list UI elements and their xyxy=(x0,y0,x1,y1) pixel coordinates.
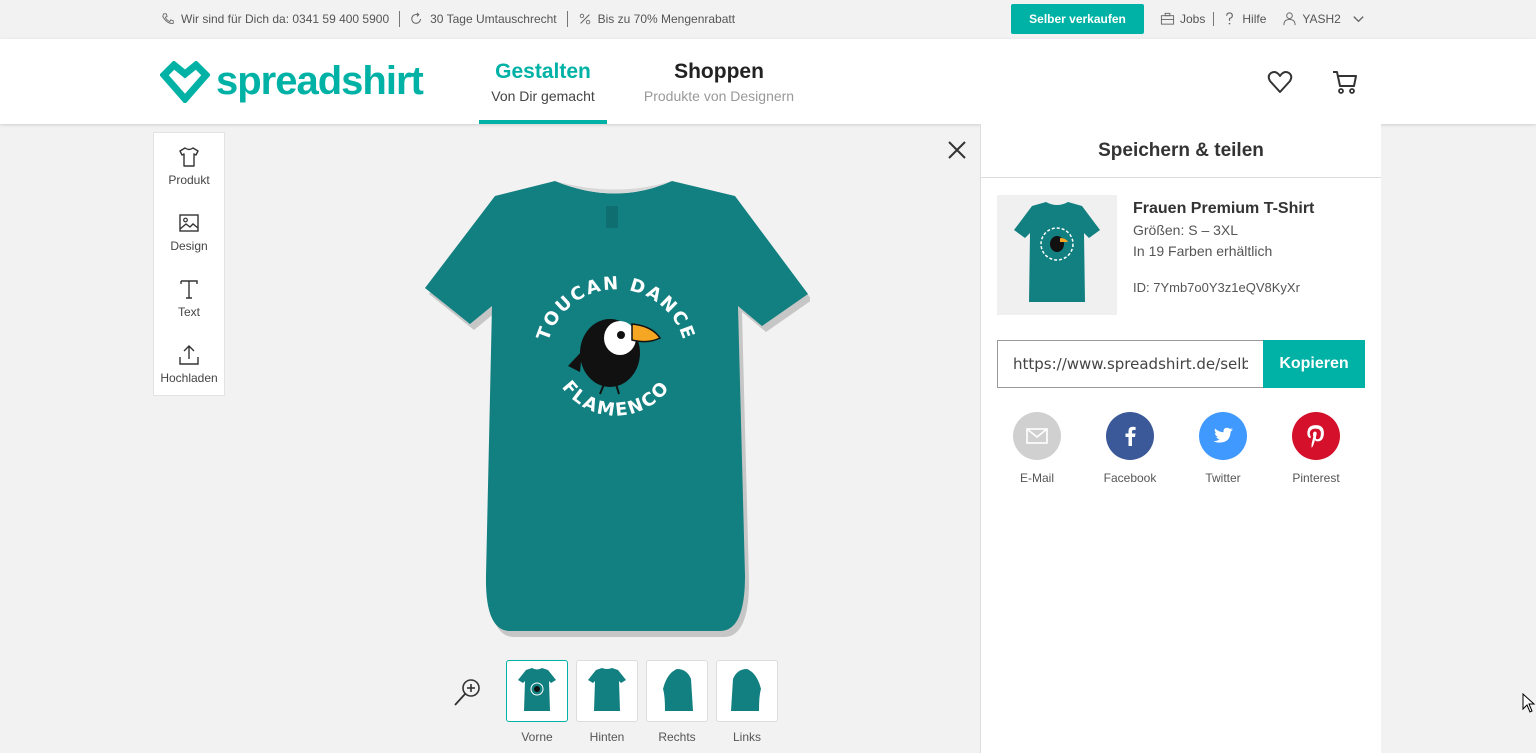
heart-logo-icon xyxy=(160,60,210,103)
zoom-in-icon[interactable] xyxy=(452,676,484,708)
product-sizes: Größen: S – 3XL xyxy=(1133,222,1239,238)
mouse-cursor-icon xyxy=(1522,693,1536,713)
cart-icon[interactable] xyxy=(1331,68,1359,96)
logo-text: spreadshirt xyxy=(216,59,424,103)
product-info: Frauen Premium T-Shirt Größen: S – 3XL I… xyxy=(1133,198,1314,298)
pinterest-circle xyxy=(1292,412,1340,460)
heart-icon[interactable] xyxy=(1266,68,1294,96)
divider xyxy=(1213,11,1215,26)
view-thumbnail xyxy=(576,660,638,722)
share-email[interactable]: E-Mail xyxy=(1005,412,1069,485)
tab-subtitle: Von Dir gemacht xyxy=(491,88,595,104)
view-thumbnail xyxy=(716,660,778,722)
panel-title: Speichern & teilen xyxy=(981,124,1381,178)
phone-info: Wir sind für Dich da: 0341 59 400 5900 xyxy=(161,12,389,26)
jobs-label: Jobs xyxy=(1180,11,1206,26)
chevron-down-icon xyxy=(1353,16,1364,23)
view-label: Rechts xyxy=(658,730,696,744)
image-icon xyxy=(179,214,199,232)
tab-gestalten[interactable]: Gestalten Von Dir gemacht xyxy=(479,39,607,124)
tab-title: Gestalten xyxy=(495,60,591,83)
view-label: Vorne xyxy=(521,730,553,744)
share-twitter[interactable]: Twitter xyxy=(1191,412,1255,485)
envelope-icon xyxy=(1026,428,1048,444)
pinterest-icon xyxy=(1307,425,1324,448)
tab-shoppen[interactable]: Shoppen Produkte von Designern xyxy=(640,39,798,124)
tool-label: Design xyxy=(170,239,208,253)
refresh-icon xyxy=(411,12,422,24)
discount-text: Bis zu 70% Mengenrabatt xyxy=(597,11,736,26)
upload-icon xyxy=(179,345,199,365)
twitter-circle xyxy=(1199,412,1247,460)
share-facebook[interactable]: Facebook xyxy=(1098,412,1162,485)
divider xyxy=(566,10,568,27)
view-label: Links xyxy=(732,730,761,744)
user-menu[interactable]: YASH2 xyxy=(1282,11,1365,26)
question-icon xyxy=(1226,12,1234,25)
text-icon xyxy=(180,280,198,299)
email-circle xyxy=(1013,412,1061,460)
share-buttons: E-Mail Facebook Twitter Pinterest xyxy=(1005,412,1348,485)
share-pinterest[interactable]: Pinterest xyxy=(1284,412,1348,485)
twitter-icon xyxy=(1213,427,1233,443)
view-links[interactable]: Links xyxy=(716,660,778,744)
copy-button[interactable]: Kopieren xyxy=(1263,340,1365,388)
view-thumbnail xyxy=(506,660,568,722)
tool-hochladen[interactable]: Hochladen xyxy=(154,331,224,397)
phone-icon xyxy=(162,12,174,24)
exchange-info: 30 Tage Umtauschrecht xyxy=(410,12,557,26)
phone-text: Wir sind für Dich da: 0341 59 400 5900 xyxy=(181,11,390,26)
percent-icon xyxy=(579,13,590,24)
share-label: E-Mail xyxy=(1019,471,1054,485)
product-name: Frauen Premium T-Shirt xyxy=(1133,200,1315,217)
view-label: Hinten xyxy=(589,730,625,744)
share-url-row: Kopieren xyxy=(997,340,1365,388)
share-label: Pinterest xyxy=(1292,471,1340,485)
tool-label: Produkt xyxy=(168,173,210,187)
product-colors: In 19 Farben erhältlich xyxy=(1133,243,1273,259)
designer-toolbar: Produkt Design Text Hochladen xyxy=(153,132,225,396)
view-rechts[interactable]: Rechts xyxy=(646,660,708,744)
facebook-icon xyxy=(1125,426,1136,446)
user-label: YASH2 xyxy=(1302,11,1341,26)
share-url-input[interactable] xyxy=(997,340,1263,388)
tab-subtitle: Produkte von Designern xyxy=(643,88,795,104)
tab-title: Shoppen xyxy=(674,60,764,83)
view-thumbnail xyxy=(646,660,708,722)
divider xyxy=(399,10,401,27)
help-link[interactable]: Hilfe xyxy=(1222,11,1266,26)
top-info-bar: Wir sind für Dich da: 0341 59 400 5900 3… xyxy=(0,0,1536,39)
help-label: Hilfe xyxy=(1242,11,1267,26)
user-icon xyxy=(1283,12,1296,26)
share-panel: Speichern & teilen Frauen Premium T-Shir… xyxy=(980,124,1381,753)
tool-produkt[interactable]: Produkt xyxy=(154,133,224,199)
close-icon[interactable] xyxy=(945,138,969,162)
sell-button[interactable]: Selber verkaufen xyxy=(1011,4,1144,34)
share-label: Twitter xyxy=(1205,471,1241,485)
jobs-link[interactable]: Jobs xyxy=(1160,11,1205,26)
tool-design[interactable]: Design xyxy=(154,199,224,265)
exchange-text: 30 Tage Umtauschrecht xyxy=(430,11,557,26)
tshirt-preview[interactable]: TOUCAN DANCE FLAMENCO xyxy=(420,176,810,642)
share-label: Facebook xyxy=(1103,471,1157,485)
discount-info: Bis zu 70% Mengenrabatt xyxy=(578,12,735,26)
briefcase-icon xyxy=(1160,12,1175,25)
tool-label: Text xyxy=(177,305,200,319)
product-thumbnail xyxy=(997,195,1117,315)
tshirt-icon xyxy=(179,147,199,167)
view-vorne[interactable]: Vorne xyxy=(506,660,568,744)
view-hinten[interactable]: Hinten xyxy=(576,660,638,744)
view-thumbnails: Vorne Hinten Rechts Links xyxy=(506,660,778,744)
main-header: spreadshirt Gestalten Von Dir gemacht Sh… xyxy=(0,39,1536,124)
facebook-circle xyxy=(1106,412,1154,460)
tool-text[interactable]: Text xyxy=(154,265,224,331)
spreadshirt-logo[interactable]: spreadshirt xyxy=(160,59,424,104)
product-id: ID: 7Ymb7o0Y3z1eQV8KyXr xyxy=(1133,280,1300,295)
tool-label: Hochladen xyxy=(160,371,218,385)
